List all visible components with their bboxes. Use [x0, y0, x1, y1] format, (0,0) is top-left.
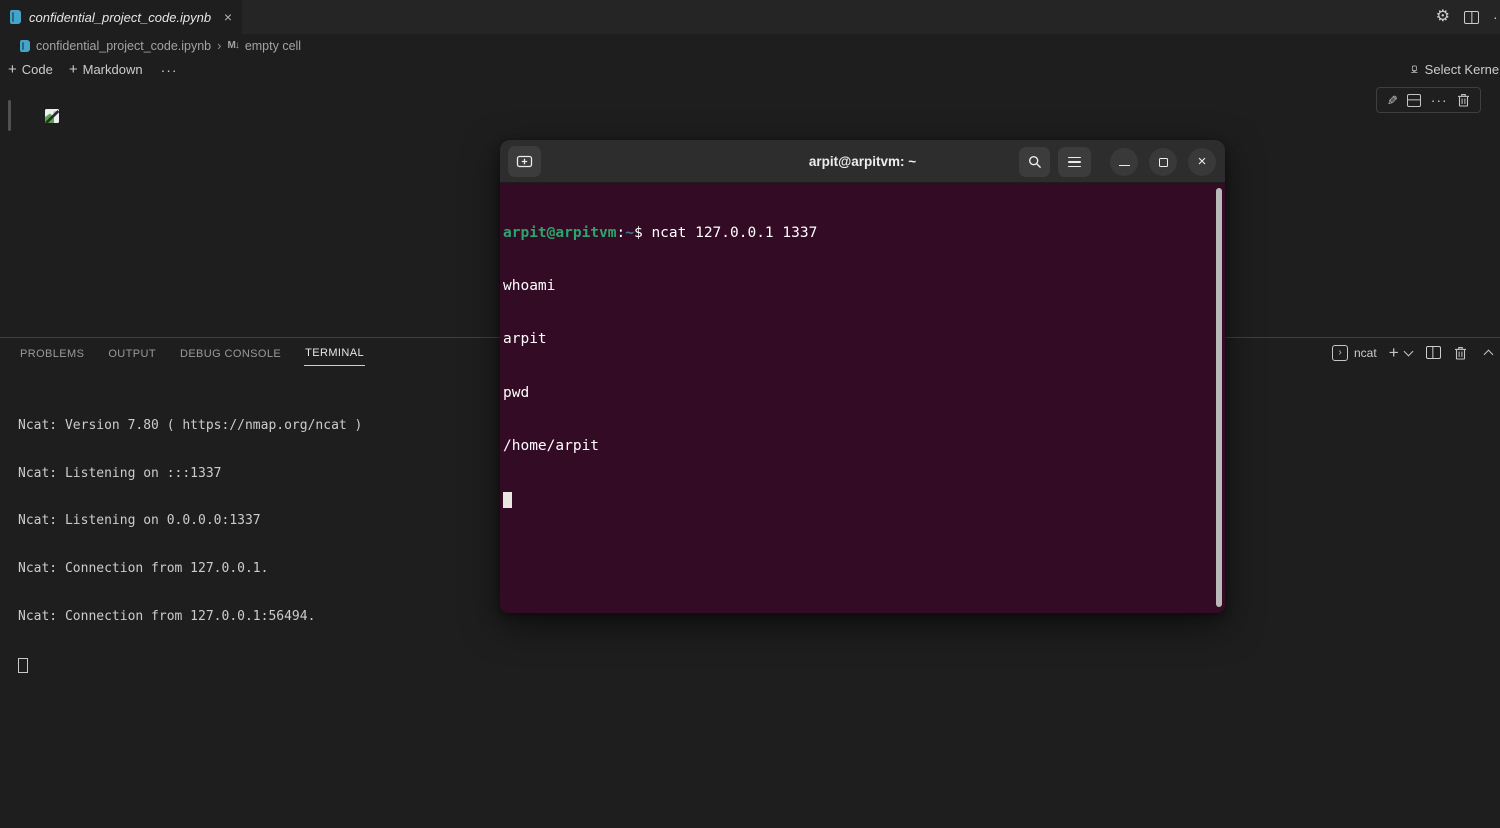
- new-terminal-icon[interactable]: +: [1389, 344, 1399, 361]
- editor-tab-bar: confidential_project_code.ipynb × ⚙ ···: [0, 0, 1500, 34]
- split-editor-icon[interactable]: [1464, 11, 1479, 24]
- terminal-cursor: [18, 658, 28, 673]
- edit-cell-icon[interactable]: ✎: [1387, 94, 1398, 107]
- terminal-cursor: [503, 492, 512, 508]
- hamburger-icon: [1068, 157, 1081, 159]
- integrated-terminal-output[interactable]: Ncat: Version 7.80 ( https://nmap.org/nc…: [18, 386, 362, 705]
- terminal-list-item-ncat[interactable]: › ncat: [1332, 345, 1377, 361]
- cell-toolbar: ✎ ···: [1376, 87, 1481, 113]
- delete-cell-icon[interactable]: [1457, 93, 1470, 107]
- add-markdown-label: Markdown: [83, 62, 143, 77]
- tab-problems[interactable]: PROBLEMS: [19, 342, 85, 366]
- cursor-line: [503, 492, 1225, 510]
- terminal-line: Ncat: Version 7.80 ( https://nmap.org/nc…: [18, 418, 362, 434]
- terminal-line: Ncat: Connection from 127.0.0.1.: [18, 561, 362, 577]
- gnome-terminal-window[interactable]: arpit@arpitvm: ~ × a: [500, 140, 1225, 613]
- new-tab-icon: [516, 154, 533, 169]
- terminal-line: whoami: [503, 278, 1225, 296]
- terminal-launch-dropdown-icon[interactable]: [1403, 346, 1413, 356]
- prompt-path: ~: [625, 225, 634, 241]
- markdown-cell-icon: M↓: [227, 40, 238, 51]
- editor-actions: ⚙ ···: [1436, 0, 1500, 34]
- tab-close-icon[interactable]: ×: [224, 10, 232, 24]
- tab-title: confidential_project_code.ipynb: [29, 10, 211, 25]
- search-button[interactable]: [1019, 147, 1050, 177]
- prompt-line: arpit@arpitvm:~$ ncat 127.0.0.1 1337: [503, 225, 1225, 243]
- terminal-panel-actions: › ncat + ×: [1332, 344, 1500, 361]
- panel-tab-bar: PROBLEMS OUTPUT DEBUG CONSOLE TERMINAL: [19, 341, 387, 366]
- terminal-line: pwd: [503, 385, 1225, 403]
- vscode-window: confidential_project_code.ipynb × ⚙ ··· …: [0, 0, 1500, 828]
- more-actions-icon[interactable]: ···: [1493, 10, 1500, 24]
- prompt-user-host: arpit@arpitvm: [503, 225, 617, 241]
- select-kernel-button[interactable]: Select Kernel: [1410, 57, 1500, 82]
- terminal-line: Ncat: Listening on :::1337: [18, 466, 362, 482]
- toolbar-more-icon[interactable]: ···: [151, 63, 188, 77]
- terminal-line: Ncat: Connection from 127.0.0.1:56494.: [18, 609, 362, 625]
- tab-debug-console[interactable]: DEBUG CONSOLE: [179, 342, 282, 366]
- terminal-scrollbar[interactable]: [1216, 188, 1222, 607]
- tab-confidential-project-code[interactable]: confidential_project_code.ipynb ×: [0, 0, 242, 34]
- minimize-icon: [1119, 165, 1130, 167]
- breadcrumb: confidential_project_code.ipynb › M↓ emp…: [0, 34, 1500, 57]
- command-text: ncat 127.0.0.1 1337: [651, 225, 817, 241]
- notebook-file-icon: [20, 40, 30, 52]
- plus-icon: +: [8, 62, 17, 77]
- split-cell-icon[interactable]: [1407, 94, 1421, 107]
- kill-terminal-icon[interactable]: [1454, 346, 1467, 360]
- add-code-cell-button[interactable]: + Code: [0, 62, 61, 77]
- minimize-button[interactable]: [1110, 148, 1138, 176]
- new-tab-button[interactable]: [508, 146, 541, 177]
- terminal-name: ncat: [1354, 346, 1377, 360]
- broken-image-icon: [44, 108, 60, 124]
- maximize-icon: [1159, 158, 1168, 167]
- terminal-content[interactable]: arpit@arpitvm:~$ ncat 127.0.0.1 1337 who…: [500, 184, 1225, 613]
- tab-terminal[interactable]: TERMINAL: [304, 341, 365, 366]
- breadcrumb-file[interactable]: confidential_project_code.ipynb: [36, 39, 211, 53]
- search-icon: [1028, 155, 1042, 169]
- notebook-toolbar: + Code + Markdown ··· Select Kernel: [0, 57, 1500, 82]
- select-kernel-label: Select Kernel: [1425, 62, 1500, 77]
- breadcrumb-cell[interactable]: empty cell: [245, 39, 301, 53]
- gear-icon[interactable]: ⚙: [1436, 9, 1450, 25]
- terminal-line: arpit: [503, 331, 1225, 349]
- close-icon: ×: [1198, 154, 1207, 169]
- terminal-titlebar[interactable]: arpit@arpitvm: ~ ×: [500, 140, 1225, 183]
- notebook-file-icon: [10, 10, 21, 24]
- close-button[interactable]: ×: [1188, 148, 1216, 176]
- chevron-right-icon: ›: [217, 38, 221, 53]
- cell-focus-indicator: [8, 100, 11, 131]
- maximize-button[interactable]: [1149, 148, 1177, 176]
- tab-output[interactable]: OUTPUT: [107, 342, 157, 366]
- add-code-label: Code: [22, 62, 53, 77]
- maximize-panel-icon[interactable]: [1483, 349, 1493, 359]
- cell-more-actions-icon[interactable]: ···: [1431, 93, 1448, 107]
- add-markdown-cell-button[interactable]: + Markdown: [61, 62, 151, 77]
- terminal-icon: ›: [1332, 345, 1348, 361]
- kernel-icon: [1410, 62, 1419, 77]
- menu-button[interactable]: [1058, 147, 1091, 177]
- terminal-line: /home/arpit: [503, 438, 1225, 456]
- plus-icon: +: [69, 62, 78, 77]
- split-terminal-icon[interactable]: [1426, 346, 1441, 359]
- terminal-line: Ncat: Listening on 0.0.0.0:1337: [18, 513, 362, 529]
